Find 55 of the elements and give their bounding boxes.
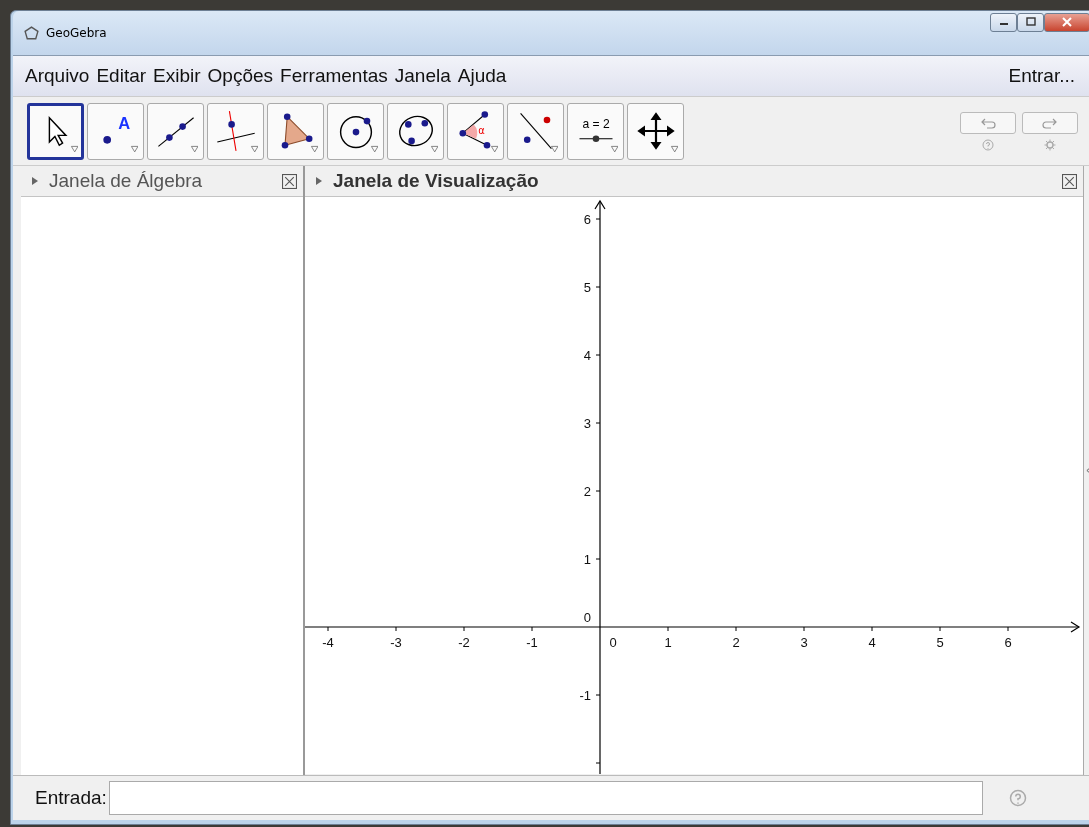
- tick-label: 5: [936, 635, 944, 650]
- menu-item[interactable]: Janela: [394, 65, 451, 87]
- tick-label: 2: [732, 635, 740, 650]
- app-icon: [23, 24, 40, 42]
- tool-button[interactable]: [327, 102, 384, 160]
- tick-label: -1: [579, 688, 591, 703]
- tick-label: -2: [458, 635, 470, 650]
- tick-label: 0: [609, 635, 617, 650]
- tick-label: 4: [583, 348, 591, 363]
- tool-button[interactable]: a = 2: [567, 102, 624, 160]
- menu-item[interactable]: Arquivo: [25, 65, 90, 87]
- tick-label: 6: [1004, 635, 1012, 650]
- menu-item[interactable]: Ferramentas: [280, 65, 388, 87]
- menu-item[interactable]: Opções: [207, 65, 274, 87]
- tool-button[interactable]: α: [447, 102, 504, 160]
- panel-title: Janela de Visualização: [333, 170, 539, 192]
- tick-label: 3: [583, 416, 591, 431]
- tick-label: 5: [583, 280, 591, 295]
- minimize-button[interactable]: [990, 12, 1017, 32]
- menu-item[interactable]: Ajuda: [457, 65, 507, 87]
- tool-button[interactable]: A: [87, 102, 144, 160]
- input-label: Entrada:: [35, 787, 107, 809]
- tool-button[interactable]: [507, 102, 564, 160]
- tick-label: 6: [583, 212, 591, 227]
- panel-title: Janela de Álgebra: [49, 170, 203, 192]
- collapse-arrow-icon[interactable]: [31, 176, 39, 186]
- collapse-arrow-icon[interactable]: [315, 176, 323, 186]
- close-button[interactable]: [1044, 12, 1089, 32]
- tool-button[interactable]: [27, 102, 84, 160]
- tick-label: -1: [526, 635, 538, 650]
- tick-label: 0: [583, 610, 591, 625]
- tick-label: 2: [583, 484, 591, 499]
- tick-label: 4: [868, 635, 876, 650]
- tick-label: -3: [390, 635, 402, 650]
- tool-button[interactable]: [267, 102, 324, 160]
- redo-icon: [1042, 116, 1058, 129]
- menu-item[interactable]: Editar: [96, 65, 147, 87]
- graphics-canvas[interactable]: -4 -3 -2 -1 0 1 2 3 4 5 6 6 5 4 3 2 1 0 -1: [305, 197, 1083, 774]
- tool-button[interactable]: [627, 102, 684, 160]
- tool-button[interactable]: [387, 102, 444, 160]
- close-icon: [1061, 17, 1073, 27]
- maximize-button[interactable]: [1017, 12, 1044, 32]
- window-title: GeoGebra: [46, 26, 107, 40]
- login-link[interactable]: Entrar...: [1008, 65, 1075, 87]
- tick-label: 1: [664, 635, 672, 650]
- tool-button[interactable]: [147, 102, 204, 160]
- tick-label: 3: [800, 635, 808, 650]
- input-field[interactable]: [108, 781, 983, 815]
- tick-label: 1: [583, 552, 591, 567]
- close-icon[interactable]: [282, 173, 297, 189]
- maximize-icon: [1024, 17, 1037, 27]
- tick-label: -4: [322, 635, 334, 650]
- menu-item[interactable]: Exibir: [153, 65, 201, 87]
- close-icon[interactable]: [1062, 173, 1077, 189]
- undo-icon: [980, 116, 996, 129]
